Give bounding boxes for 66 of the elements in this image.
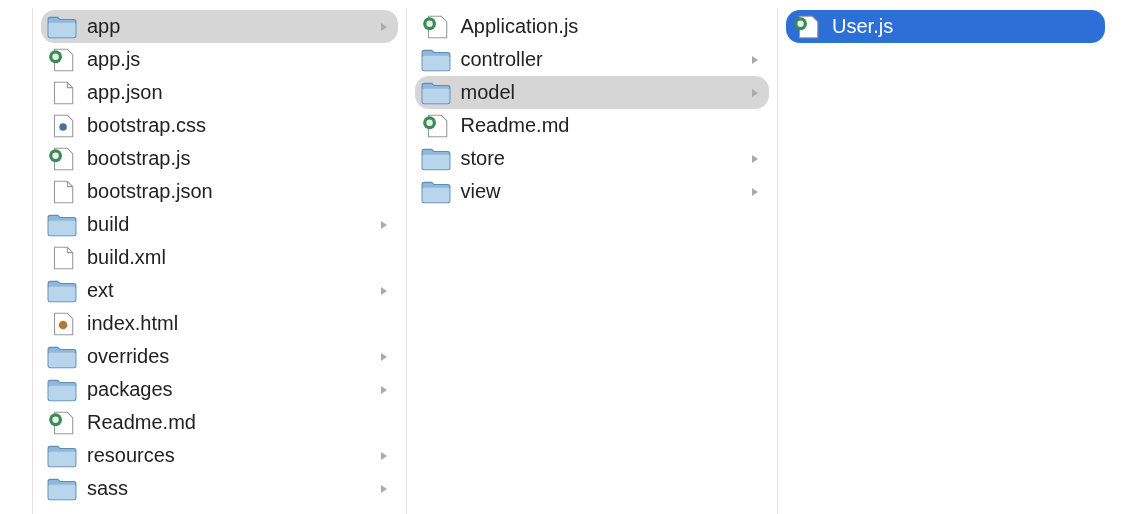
- file-row[interactable]: sass: [41, 472, 398, 505]
- file-row[interactable]: model: [414, 76, 770, 109]
- file-row[interactable]: bootstrap.js: [41, 142, 398, 175]
- file-row[interactable]: bootstrap.json: [41, 175, 398, 208]
- file-row[interactable]: Application.js: [414, 10, 770, 43]
- folder-icon: [47, 476, 77, 501]
- file-row[interactable]: controller: [414, 43, 770, 76]
- file-row[interactable]: app.json: [41, 76, 398, 109]
- file-row[interactable]: store: [414, 142, 770, 175]
- file-name: packages: [87, 378, 174, 401]
- folder-icon: [47, 212, 77, 237]
- file-name: store: [460, 147, 506, 170]
- disclosure-arrow-icon: [379, 285, 388, 296]
- folder-icon: [420, 80, 451, 105]
- file-row[interactable]: index.html: [41, 307, 398, 340]
- file-row[interactable]: bootstrap.css: [41, 109, 398, 142]
- folder-icon: [47, 278, 77, 303]
- file-name: ext: [87, 279, 115, 302]
- file-row[interactable]: app.js: [41, 43, 398, 76]
- file-name: overrides: [87, 345, 171, 368]
- disclosure-arrow-icon: [751, 87, 760, 98]
- file-row[interactable]: overrides: [41, 340, 398, 373]
- file-name: Readme.md: [460, 114, 571, 137]
- file-name: index.html: [87, 312, 180, 335]
- disclosure-arrow-icon: [379, 351, 388, 362]
- file-name: build.xml: [87, 246, 167, 269]
- folder-icon: [47, 443, 77, 468]
- file-name: bootstrap.css: [87, 114, 207, 137]
- folder-icon: [420, 146, 451, 171]
- disclosure-arrow-icon: [379, 450, 388, 461]
- disclosure-arrow-icon: [379, 384, 388, 395]
- file-row[interactable]: Readme.md: [414, 109, 770, 142]
- file-name: resources: [87, 444, 176, 467]
- file-name: controller: [460, 48, 544, 71]
- file-name: app: [87, 15, 122, 38]
- folder-icon: [47, 14, 77, 39]
- file-row[interactable]: ext: [41, 274, 398, 307]
- file-name: bootstrap.json: [87, 180, 214, 203]
- file-row[interactable]: User.js: [786, 10, 1105, 43]
- disclosure-arrow-icon: [379, 21, 388, 32]
- file-row[interactable]: build: [41, 208, 398, 241]
- file-row[interactable]: app: [41, 10, 398, 43]
- file-row[interactable]: build.xml: [41, 241, 398, 274]
- file-row[interactable]: resources: [41, 439, 398, 472]
- folder-icon: [47, 344, 77, 369]
- file-row[interactable]: view: [414, 175, 770, 208]
- file-name: app.json: [87, 81, 164, 104]
- file-row[interactable]: Readme.md: [41, 406, 398, 439]
- file-name: sass: [87, 477, 130, 500]
- file-name: User.js: [832, 15, 895, 38]
- disclosure-arrow-icon: [379, 219, 388, 230]
- file-name: model: [460, 81, 516, 104]
- disclosure-arrow-icon: [751, 153, 760, 164]
- disclosure-arrow-icon: [751, 54, 760, 65]
- folder-icon: [420, 179, 451, 204]
- file-row[interactable]: packages: [41, 373, 398, 406]
- file-name: bootstrap.js: [87, 147, 192, 170]
- file-name: Application.js: [460, 15, 580, 38]
- disclosure-arrow-icon: [751, 186, 760, 197]
- folder-icon: [420, 47, 451, 72]
- folder-icon: [47, 377, 77, 402]
- file-name: build: [87, 213, 131, 236]
- file-name: view: [460, 180, 502, 203]
- disclosure-arrow-icon: [379, 483, 388, 494]
- file-name: app.js: [87, 48, 142, 71]
- file-name: Readme.md: [87, 411, 197, 434]
